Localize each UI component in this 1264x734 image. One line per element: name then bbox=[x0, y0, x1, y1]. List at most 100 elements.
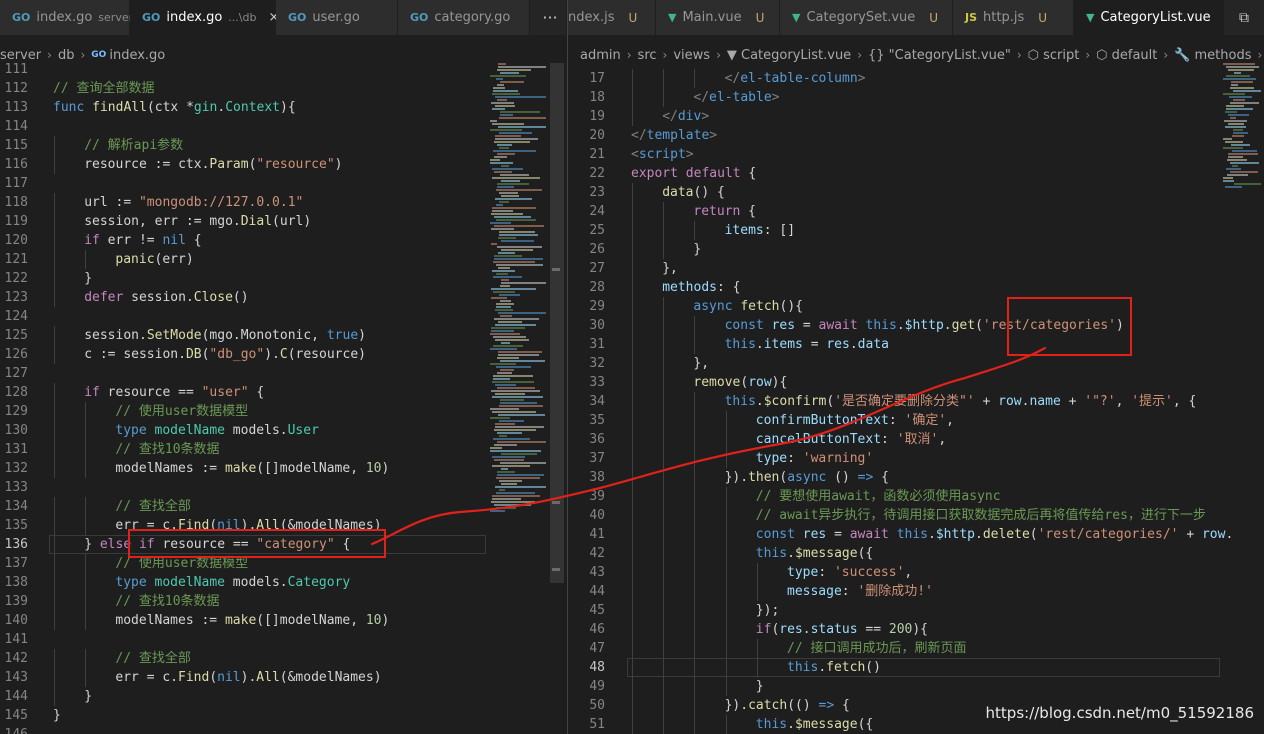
split-editor-icon[interactable]: ⧉ bbox=[1224, 0, 1264, 35]
code-line: 42 this.$message({ bbox=[568, 544, 1220, 563]
indent-guide bbox=[632, 392, 633, 411]
token: el-table bbox=[709, 90, 772, 105]
code-text: type modelName models.Category bbox=[115, 573, 350, 592]
line-number: 25 bbox=[589, 223, 605, 238]
code-line: 124 bbox=[0, 307, 486, 326]
tab-ndex-js[interactable]: ndex.js U bbox=[568, 0, 656, 35]
indent-guide bbox=[54, 155, 55, 174]
minimap-line bbox=[493, 336, 526, 338]
minimap-line bbox=[497, 387, 535, 389]
more-actions-icon[interactable]: ··· bbox=[530, 0, 566, 35]
breadcrumb-item[interactable]: ⬡ default bbox=[1096, 48, 1157, 63]
breadcrumb-item[interactable]: {} "CategoryList.vue" bbox=[868, 48, 1011, 63]
minimap-line bbox=[1233, 129, 1243, 131]
breadcrumb-item[interactable]: ▼ CategoryList.vue bbox=[727, 48, 851, 63]
minimap-line bbox=[499, 117, 546, 119]
token: type bbox=[115, 575, 155, 590]
breadcrumb-item[interactable]: views bbox=[673, 48, 710, 63]
minimap-line bbox=[495, 324, 536, 326]
line-number: 32 bbox=[589, 356, 605, 371]
indent-guide bbox=[632, 525, 633, 544]
minimap-line bbox=[1223, 180, 1234, 182]
token: Close bbox=[193, 290, 233, 305]
minimap-line bbox=[500, 462, 546, 464]
indent-guide bbox=[632, 677, 633, 696]
indent-guide bbox=[632, 506, 633, 525]
minimap-line bbox=[495, 105, 515, 107]
indent-guide bbox=[694, 582, 696, 601]
right-tab-bar: ndex.js U ▼ Main.vue U ▼ CategorySet.vue U JS htt… bbox=[568, 0, 1224, 35]
code-line: 111 bbox=[0, 60, 486, 79]
code-text: this.fetch() bbox=[787, 658, 881, 677]
tab-Main-vue[interactable]: ▼ Main.vue U bbox=[656, 0, 780, 35]
token: { bbox=[185, 233, 202, 248]
minimap-line bbox=[496, 204, 503, 206]
indent-guide bbox=[725, 449, 727, 468]
minimap-line bbox=[494, 225, 544, 227]
left-minimap[interactable] bbox=[490, 63, 550, 523]
tab-CategorySet-vue[interactable]: ▼ CategorySet.vue U bbox=[780, 0, 953, 35]
token: 10 bbox=[365, 461, 382, 476]
token: c := session. bbox=[84, 347, 186, 362]
tab-index-go[interactable]: GO index.go server bbox=[0, 0, 133, 35]
token: }, bbox=[662, 261, 678, 276]
indent-guide bbox=[632, 240, 633, 259]
token: (resource) bbox=[287, 347, 366, 362]
indent-guide bbox=[663, 449, 665, 468]
indent-guide bbox=[85, 440, 87, 459]
left-scrollbar[interactable] bbox=[550, 63, 564, 734]
indent-guide bbox=[54, 573, 55, 592]
minimap-line bbox=[492, 456, 525, 458]
token: 'success' bbox=[833, 565, 905, 580]
indent-guide bbox=[632, 69, 633, 88]
code-line: 118 url := "mongodb://127.0.0.1" bbox=[0, 193, 486, 212]
token: Dial bbox=[240, 214, 273, 229]
line-number: 42 bbox=[589, 546, 605, 561]
breadcrumb-item[interactable]: admin bbox=[580, 48, 621, 63]
minimap-line bbox=[498, 126, 546, 128]
breadcrumb-item[interactable]: 🔧 methods bbox=[1174, 48, 1251, 63]
code-line: 139 // 查找10条数据 bbox=[0, 592, 486, 611]
right-minimap[interactable] bbox=[1223, 63, 1263, 193]
tab-category-go[interactable]: GO category.go bbox=[398, 0, 530, 35]
line-number: 41 bbox=[589, 527, 605, 542]
token: $http bbox=[904, 318, 944, 333]
tab-user-go[interactable]: GO user.go bbox=[276, 0, 398, 35]
code-line: 143 err = c.Find(nil).All(&modelNames) bbox=[0, 668, 486, 687]
tab-index-go[interactable]: GO index.go ...\db × bbox=[130, 0, 279, 35]
indent-guide bbox=[54, 687, 55, 706]
line-number: 35 bbox=[589, 413, 605, 428]
tab-http-js[interactable]: JS http.js U bbox=[953, 0, 1074, 35]
minimap-line bbox=[501, 240, 534, 242]
minimap-line bbox=[498, 66, 546, 68]
code-line: 128 if resource == "user" { bbox=[0, 383, 486, 402]
breadcrumb-item[interactable]: src bbox=[638, 48, 657, 63]
code-line: 134 // 查找全部 bbox=[0, 497, 486, 516]
token: res bbox=[802, 527, 827, 542]
indent-guide bbox=[725, 544, 727, 563]
right-code-editor[interactable]: 17 </el-table-column> 18 </el-table> 19 </div… bbox=[568, 63, 1233, 734]
breadcrumb-item[interactable]: ⬡ script bbox=[1028, 48, 1080, 63]
left-scrollbar-thumb[interactable] bbox=[550, 63, 564, 583]
left-code-editor[interactable]: 111 112 // 查询全部数据 113 func findAll(ctx *gin.… bbox=[0, 60, 486, 734]
code-line: 44 message: '删除成功!' bbox=[568, 582, 1220, 601]
token: { bbox=[248, 385, 265, 400]
line-number: 122 bbox=[4, 271, 28, 286]
code-text: </template> bbox=[631, 126, 717, 145]
breadcrumb-label: src bbox=[637, 47, 657, 63]
indent-guide bbox=[663, 658, 665, 677]
indent-guide bbox=[632, 582, 633, 601]
code-text: </el-table-column> bbox=[725, 69, 866, 88]
indent-guide bbox=[694, 677, 696, 696]
token: ( bbox=[975, 318, 983, 333]
line-number: 51 bbox=[589, 717, 605, 732]
tab-CategoryList-vue[interactable]: ▼CategoryList.vueU× bbox=[1074, 0, 1224, 35]
tab-label: category.go bbox=[434, 10, 511, 25]
minimap-line bbox=[493, 87, 505, 89]
token: $http bbox=[935, 527, 975, 542]
minimap-line bbox=[498, 267, 510, 269]
token: fetch bbox=[740, 299, 780, 314]
line-number: 30 bbox=[589, 318, 605, 333]
indent-guide bbox=[663, 563, 665, 582]
token: ({ bbox=[857, 546, 874, 561]
